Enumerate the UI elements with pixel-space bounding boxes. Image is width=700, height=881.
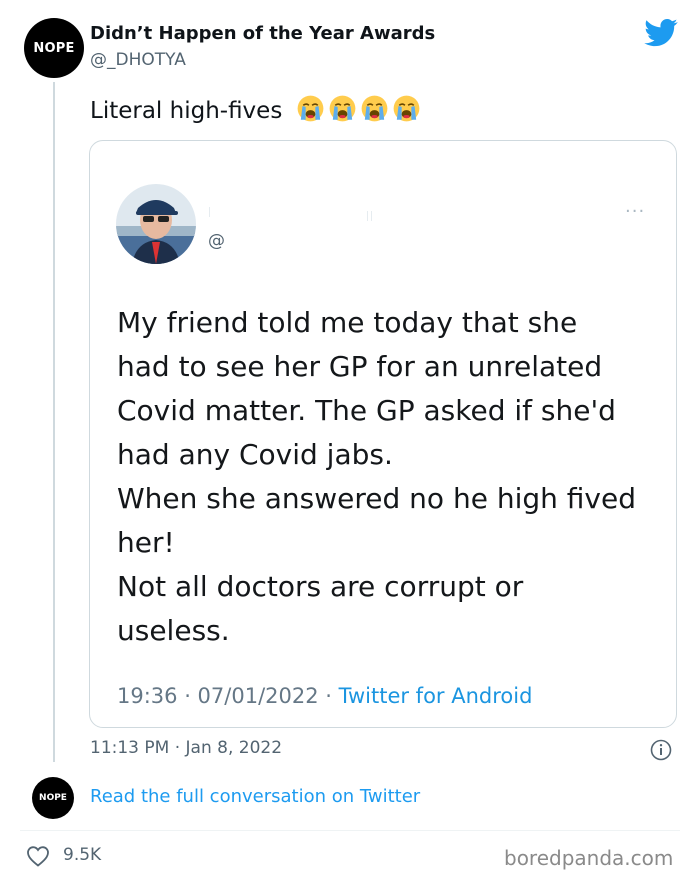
author-display-name[interactable]: Didn’t Happen of the Year Awards bbox=[90, 23, 435, 44]
embedded-avatar bbox=[116, 184, 196, 264]
like-count: 9.5K bbox=[63, 845, 102, 865]
embedded-tweet-card[interactable]: @ ··· My friend told me today that she h… bbox=[89, 140, 677, 728]
read-full-conversation-link[interactable]: Read the full conversation on Twitter bbox=[90, 786, 420, 807]
embedded-body-line: Not all doctors are corrupt or bbox=[117, 570, 524, 603]
crying-face-icon bbox=[393, 95, 420, 122]
embedded-body-line: useless. bbox=[117, 614, 230, 647]
tweet-text-content: Literal high-fives bbox=[90, 98, 283, 124]
small-author-avatar[interactable]: NOPE bbox=[32, 777, 74, 819]
embedded-body-line: her! bbox=[117, 526, 175, 559]
author-avatar[interactable]: NOPE bbox=[24, 18, 84, 78]
small-avatar-text: NOPE bbox=[39, 793, 67, 803]
author-handle[interactable]: @_DHOTYA bbox=[90, 50, 186, 70]
embedded-handle: @ bbox=[208, 231, 225, 251]
faint-mark bbox=[371, 211, 372, 221]
embedded-time-date: 19:36 · 07/01/2022 · bbox=[117, 684, 332, 708]
crying-face-icon bbox=[329, 95, 356, 122]
embedded-meta: 19:36 · 07/01/2022 · Twitter for Android bbox=[117, 684, 532, 708]
embedded-body-line: had any Covid jabs. bbox=[117, 438, 393, 471]
emoji-row bbox=[296, 94, 421, 123]
twitter-logo-icon[interactable] bbox=[644, 18, 678, 48]
embedded-tweet-body: My friend told me today that she had to … bbox=[117, 301, 667, 653]
boredpanda-watermark: boredpanda.com bbox=[504, 846, 674, 870]
tweet-text: Literal high-fives bbox=[90, 94, 421, 124]
more-options-icon: ··· bbox=[625, 201, 646, 222]
info-icon[interactable] bbox=[650, 739, 672, 761]
thread-line bbox=[53, 82, 55, 762]
embedded-source: Twitter for Android bbox=[338, 684, 533, 708]
embedded-body-line: had to see her GP for an unrelated bbox=[117, 350, 603, 383]
embedded-body-line: Covid matter. The GP asked if she'd bbox=[117, 394, 616, 427]
heart-icon[interactable] bbox=[26, 845, 50, 867]
embedded-body-line: When she answered no he high fived bbox=[117, 482, 636, 515]
tweet-timestamp[interactable]: 11:13 PM · Jan 8, 2022 bbox=[90, 738, 282, 758]
faint-mark bbox=[209, 207, 210, 217]
embedded-body-line: My friend told me today that she bbox=[117, 306, 578, 339]
crying-face-icon bbox=[297, 95, 324, 122]
faint-mark bbox=[367, 211, 368, 221]
crying-face-icon bbox=[361, 95, 388, 122]
divider bbox=[20, 830, 680, 831]
author-avatar-text: NOPE bbox=[33, 40, 75, 56]
